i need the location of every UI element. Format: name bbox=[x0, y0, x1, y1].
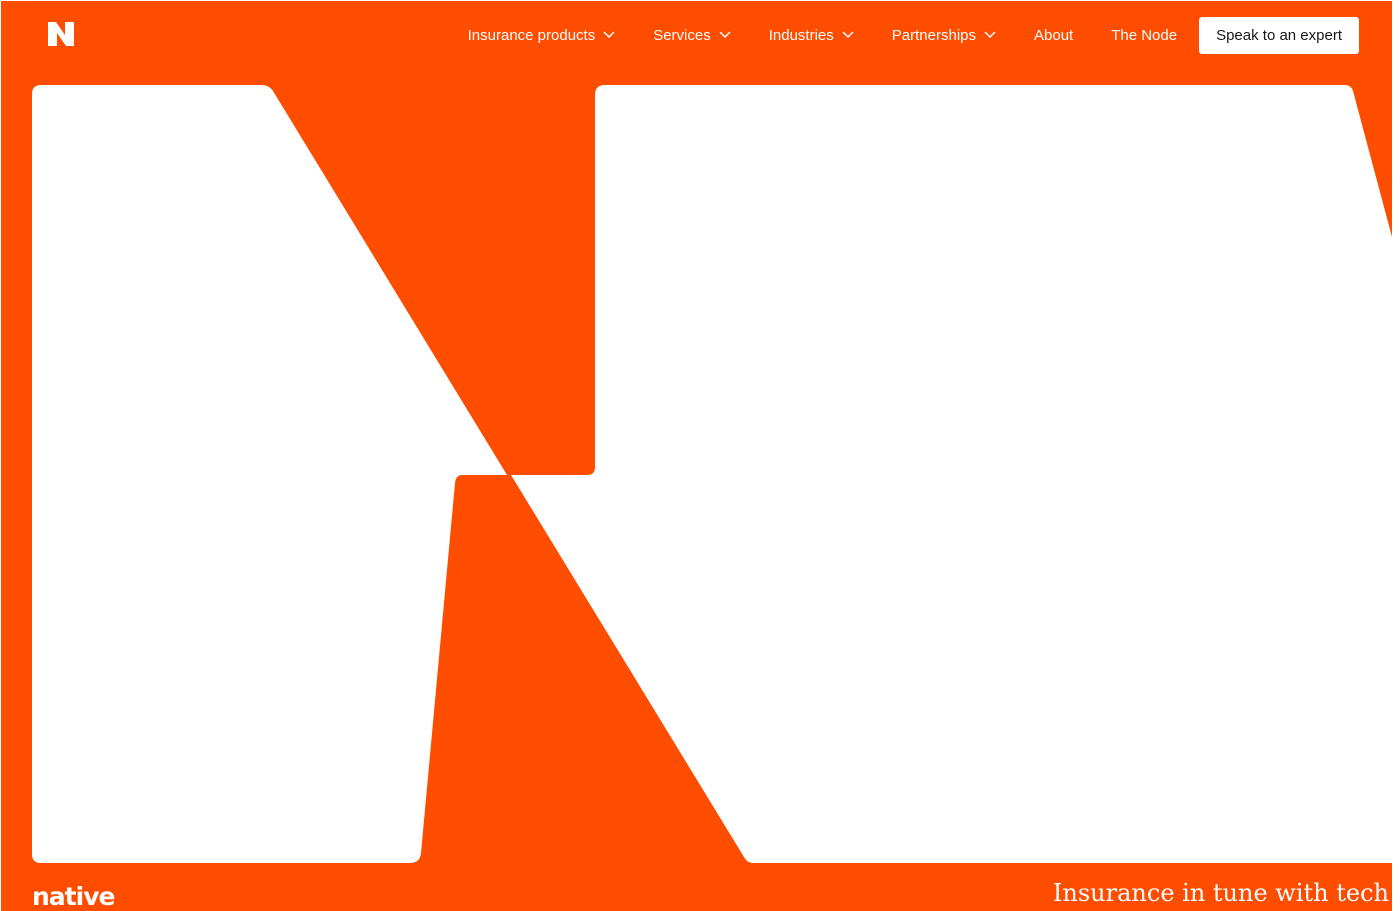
nav-item-label: Insurance products bbox=[467, 26, 596, 44]
nav-item-label: The Node bbox=[1111, 26, 1178, 44]
hero-left-panel bbox=[32, 85, 507, 863]
nav-item-the-node[interactable]: The Node bbox=[1111, 27, 1177, 44]
native-wordmark: native bbox=[32, 882, 115, 911]
hero-right-panel bbox=[511, 85, 1392, 863]
n-logo-icon[interactable] bbox=[47, 21, 75, 47]
nav-item-label: Industries bbox=[768, 26, 834, 44]
chevron-down-icon bbox=[984, 31, 996, 39]
main-nav: Insurance products Services Industries P… bbox=[468, 16, 1359, 54]
nav-item-label: Services bbox=[653, 26, 711, 44]
chevron-down-icon bbox=[603, 31, 615, 39]
nav-item-label: About bbox=[1034, 26, 1074, 44]
nav-item-partnerships[interactable]: Partnerships bbox=[892, 27, 996, 44]
nav-item-about[interactable]: About bbox=[1034, 27, 1073, 44]
speak-to-expert-button[interactable]: Speak to an expert bbox=[1199, 16, 1359, 54]
nav-item-label: Partnerships bbox=[891, 26, 976, 44]
chevron-down-icon bbox=[719, 31, 731, 39]
hero-tagline: Insurance in tune with tech bbox=[1052, 879, 1389, 907]
hero-n-graphic bbox=[32, 85, 1392, 863]
nav-item-insurance-products[interactable]: Insurance products bbox=[468, 27, 616, 44]
page: Insurance products Services Industries P… bbox=[1, 1, 1392, 911]
nav-item-services[interactable]: Services bbox=[653, 27, 731, 44]
chevron-down-icon bbox=[842, 31, 854, 39]
nav-item-industries[interactable]: Industries bbox=[769, 27, 854, 44]
